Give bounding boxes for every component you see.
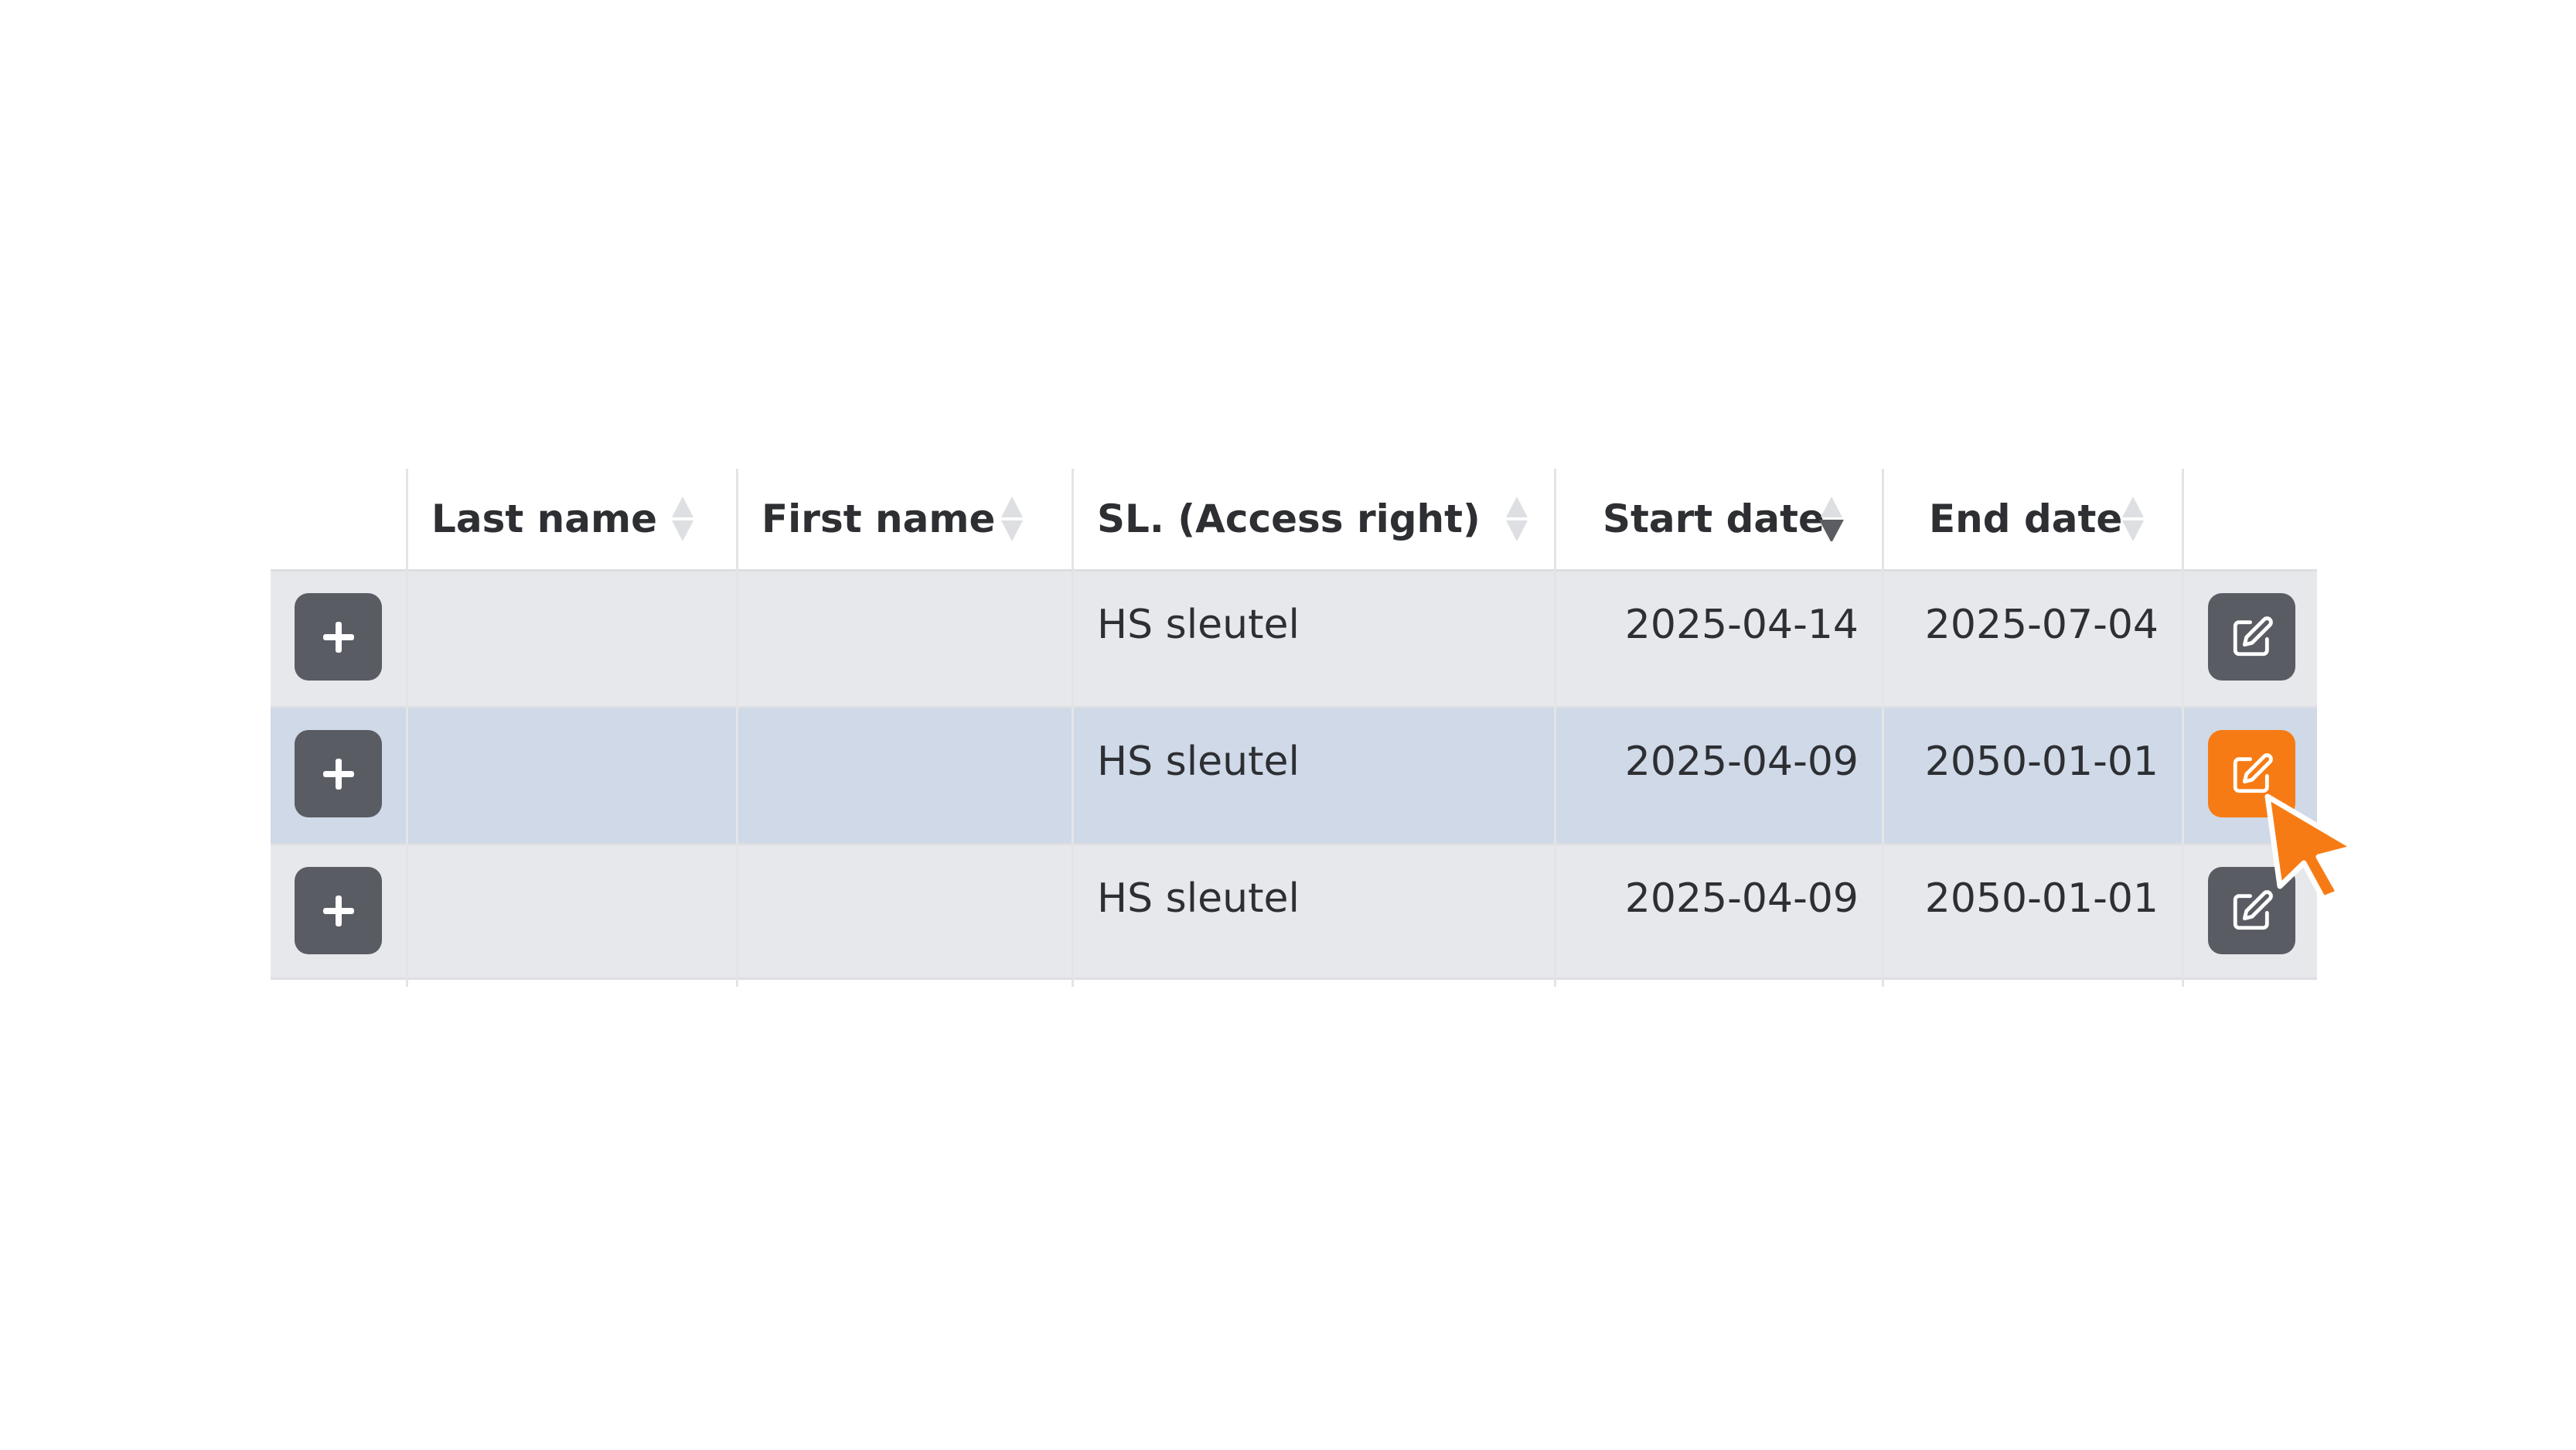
- access-right-value: HS sleutel: [1097, 739, 1300, 785]
- first-name-cell: [736, 708, 1072, 843]
- access-right-cell: HS sleutel: [1072, 845, 1554, 980]
- end-date-value: 2050-01-01: [1924, 875, 2159, 922]
- end-date-cell: 2050-01-01: [1882, 845, 2182, 980]
- expand-row-button[interactable]: [295, 730, 382, 817]
- expand-row-button[interactable]: [295, 867, 382, 954]
- edit-icon: [2233, 616, 2273, 656]
- end-date-value: 2025-07-04: [1924, 602, 2159, 648]
- start-date-cell: 2025-04-09: [1554, 708, 1882, 843]
- header-access-right[interactable]: SL. (Access right): [1072, 469, 1554, 569]
- end-date-cell: 2050-01-01: [1882, 708, 2182, 843]
- last-name-cell: [406, 708, 736, 843]
- header-edit-column: [2182, 469, 2317, 569]
- plus-icon: [322, 621, 354, 653]
- header-start-date[interactable]: Start date: [1554, 469, 1882, 569]
- first-name-cell: [736, 571, 1072, 706]
- table-header: Last name First name SL. (Access right) …: [271, 469, 2317, 569]
- header-first-name-label: First name: [762, 496, 996, 541]
- mouse-pointer-icon: [2264, 793, 2357, 900]
- header-first-name[interactable]: First name: [736, 469, 1072, 569]
- header-last-name[interactable]: Last name: [406, 469, 736, 569]
- end-date-value: 2050-01-01: [1924, 739, 2159, 785]
- access-right-value: HS sleutel: [1097, 875, 1300, 922]
- edit-row-button[interactable]: [2208, 593, 2295, 681]
- table-row[interactable]: HS sleutel 2025-04-14 2025-07-04: [271, 569, 2317, 706]
- start-date-value: 2025-04-09: [1624, 875, 1859, 922]
- header-end-date[interactable]: End date: [1882, 469, 2182, 569]
- plus-icon: [322, 895, 354, 926]
- header-end-date-label: End date: [1929, 496, 2123, 541]
- sort-descending-icon[interactable]: [1816, 469, 1847, 569]
- row-edit-cell: [2182, 571, 2317, 706]
- header-actions-column: [271, 469, 406, 569]
- access-right-value: HS sleutel: [1097, 602, 1300, 648]
- header-last-name-label: Last name: [431, 496, 658, 541]
- table-row-selected[interactable]: HS sleutel 2025-04-09 2050-01-01: [271, 706, 2317, 843]
- access-right-cell: HS sleutel: [1072, 571, 1554, 706]
- plus-icon: [322, 758, 354, 790]
- header-access-right-label: SL. (Access right): [1097, 496, 1481, 541]
- edit-icon: [2233, 752, 2273, 793]
- last-name-cell: [406, 845, 736, 980]
- end-date-cell: 2025-07-04: [1882, 571, 2182, 706]
- sort-icon[interactable]: [2118, 469, 2148, 569]
- row-actions-cell: [271, 708, 406, 843]
- sort-icon[interactable]: [997, 469, 1027, 569]
- sort-icon[interactable]: [667, 469, 698, 569]
- row-actions-cell: [271, 571, 406, 706]
- expand-row-button[interactable]: [295, 593, 382, 681]
- start-date-value: 2025-04-14: [1624, 602, 1859, 648]
- start-date-cell: 2025-04-09: [1554, 845, 1882, 980]
- row-actions-cell: [271, 845, 406, 980]
- sort-icon[interactable]: [1501, 469, 1532, 569]
- start-date-cell: 2025-04-14: [1554, 571, 1882, 706]
- table-row[interactable]: HS sleutel 2025-04-09 2050-01-01: [271, 843, 2317, 980]
- header-start-date-label: Start date: [1603, 496, 1825, 541]
- start-date-value: 2025-04-09: [1624, 739, 1859, 785]
- last-name-cell: [406, 571, 736, 706]
- access-right-cell: HS sleutel: [1072, 708, 1554, 843]
- first-name-cell: [736, 845, 1072, 980]
